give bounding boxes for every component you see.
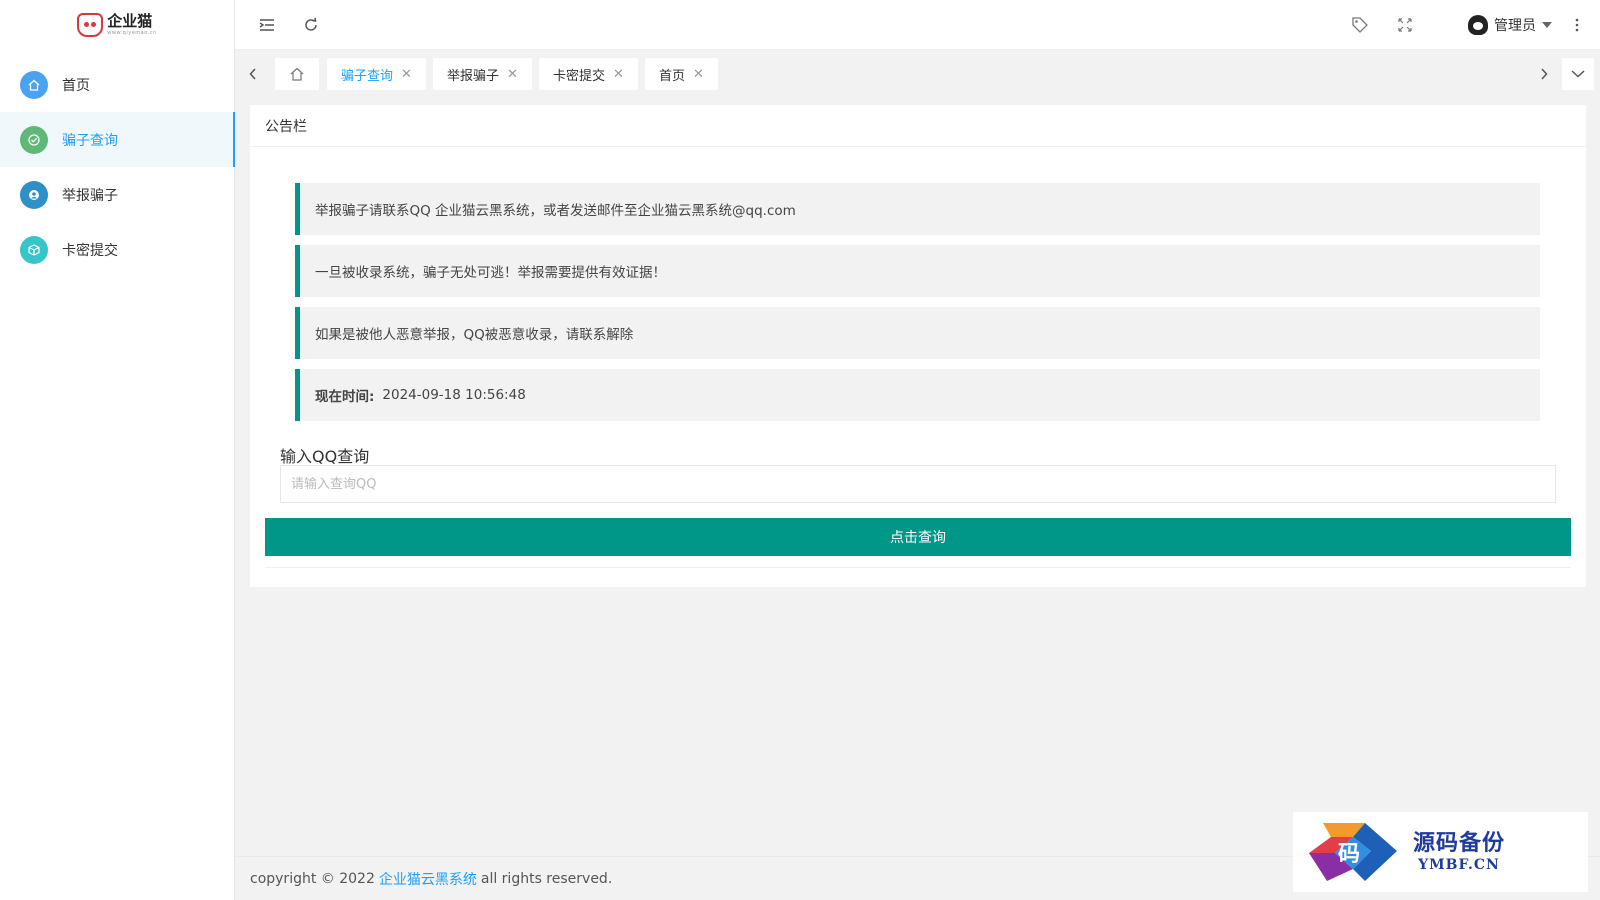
current-time-label: 现在时间: [315, 389, 375, 405]
menu-toggle-icon[interactable] [247, 0, 287, 50]
notice-item: 举报骗子请联系QQ 企业猫云黑系统，或者发送邮件至企业猫云黑系统@qq.com [295, 183, 1540, 235]
sidebar: 企业猫 www.qiyemao.cn 首页 骗子查询 举报骗子 卡密提交 [0, 0, 235, 900]
tab-label: 卡密提交 [553, 68, 606, 84]
user-menu[interactable]: 管理员 [1468, 0, 1552, 50]
current-time-value: 2024-09-18 10:56:48 [382, 387, 526, 403]
sidebar-item-label: 骗子查询 [62, 132, 118, 149]
tabs-bar: 骗子查询 ✕ 举报骗子 ✕ 卡密提交 ✕ 首页 ✕ [235, 50, 1600, 98]
logo-subtitle: www.qiyemao.cn [107, 30, 157, 36]
qq-query-input[interactable] [280, 465, 1556, 503]
tab-fraud-query[interactable]: 骗子查询 ✕ [327, 58, 426, 90]
footer-rights: all rights reserved. [480, 870, 613, 887]
notice-item: 一旦被收录系统，骗子无处可逃！举报需要提供有效证据！ [295, 245, 1540, 297]
fullscreen-icon[interactable] [1385, 0, 1425, 50]
query-button[interactable]: 点击查询 [265, 518, 1571, 556]
tab-home-page[interactable]: 首页 ✕ [645, 58, 718, 90]
watermark: 码 源码备份 YMBF.CN [1293, 812, 1588, 892]
logo-name: 企业猫 [107, 12, 153, 30]
sidebar-item-label: 首页 [62, 77, 90, 94]
divider [265, 567, 1571, 568]
tab-label: 首页 [659, 68, 686, 84]
sidebar-item-fraud-query[interactable]: 骗子查询 [0, 112, 235, 167]
watermark-logo-icon: 码 [1305, 819, 1405, 885]
tabs-scroll-left-icon[interactable] [239, 58, 267, 90]
cube-icon [20, 235, 48, 264]
close-icon[interactable]: ✕ [613, 67, 624, 82]
sidebar-item-home[interactable]: 首页 [0, 57, 234, 112]
tab-label: 举报骗子 [447, 68, 500, 84]
sidebar-item-label: 卡密提交 [62, 242, 118, 259]
watermark-title: 源码备份 [1413, 830, 1506, 857]
tab-label: 骗子查询 [341, 68, 394, 84]
close-icon[interactable]: ✕ [507, 67, 518, 82]
tab-card-submit[interactable]: 卡密提交 ✕ [539, 58, 638, 90]
close-icon[interactable]: ✕ [401, 67, 412, 82]
tab-report[interactable]: 举报骗子 ✕ [433, 58, 532, 90]
tabs-scroll-right-icon[interactable] [1530, 58, 1558, 90]
notice-item: 如果是被他人恶意举报，QQ被恶意收录，请联系解除 [295, 307, 1540, 359]
qq-query-label: 输入QQ查询 [280, 447, 370, 466]
tag-icon[interactable] [1340, 0, 1380, 50]
more-vertical-icon[interactable] [1562, 0, 1592, 50]
user-icon [20, 180, 48, 209]
tab-home[interactable] [275, 58, 319, 90]
notice-list: 举报骗子请联系QQ 企业猫云黑系统，或者发送邮件至企业猫云黑系统@qq.com … [295, 183, 1540, 431]
footer-link[interactable]: 企业猫云黑系统 [379, 869, 477, 889]
home-icon [20, 70, 48, 99]
watermark-glyph: 码 [1338, 841, 1360, 867]
sidebar-item-report[interactable]: 举报骗子 [0, 167, 234, 222]
chevron-down-icon [1542, 22, 1552, 28]
current-time-notice: 现在时间: 2024-09-18 10:56:48 [295, 369, 1540, 421]
home-icon [290, 67, 304, 81]
sidebar-item-card-submit[interactable]: 卡密提交 [0, 222, 234, 277]
avatar [1468, 15, 1488, 35]
tabs-dropdown-icon[interactable] [1562, 58, 1594, 90]
footer-copyright: copyright © 2022 [250, 870, 375, 887]
watermark-domain: YMBF.CN [1418, 856, 1500, 873]
notice-card: 公告栏 举报骗子请联系QQ 企业猫云黑系统，或者发送邮件至企业猫云黑系统@qq.… [250, 105, 1586, 587]
shield-check-icon [20, 125, 48, 154]
card-title: 公告栏 [250, 105, 1586, 147]
cat-logo-icon [77, 13, 104, 37]
top-header: 管理员 [235, 0, 1600, 50]
sidebar-item-label: 举报骗子 [62, 187, 118, 204]
close-icon[interactable]: ✕ [693, 67, 704, 82]
logo[interactable]: 企业猫 www.qiyemao.cn [0, 0, 234, 50]
user-name: 管理员 [1494, 18, 1536, 34]
refresh-icon[interactable] [291, 0, 331, 50]
